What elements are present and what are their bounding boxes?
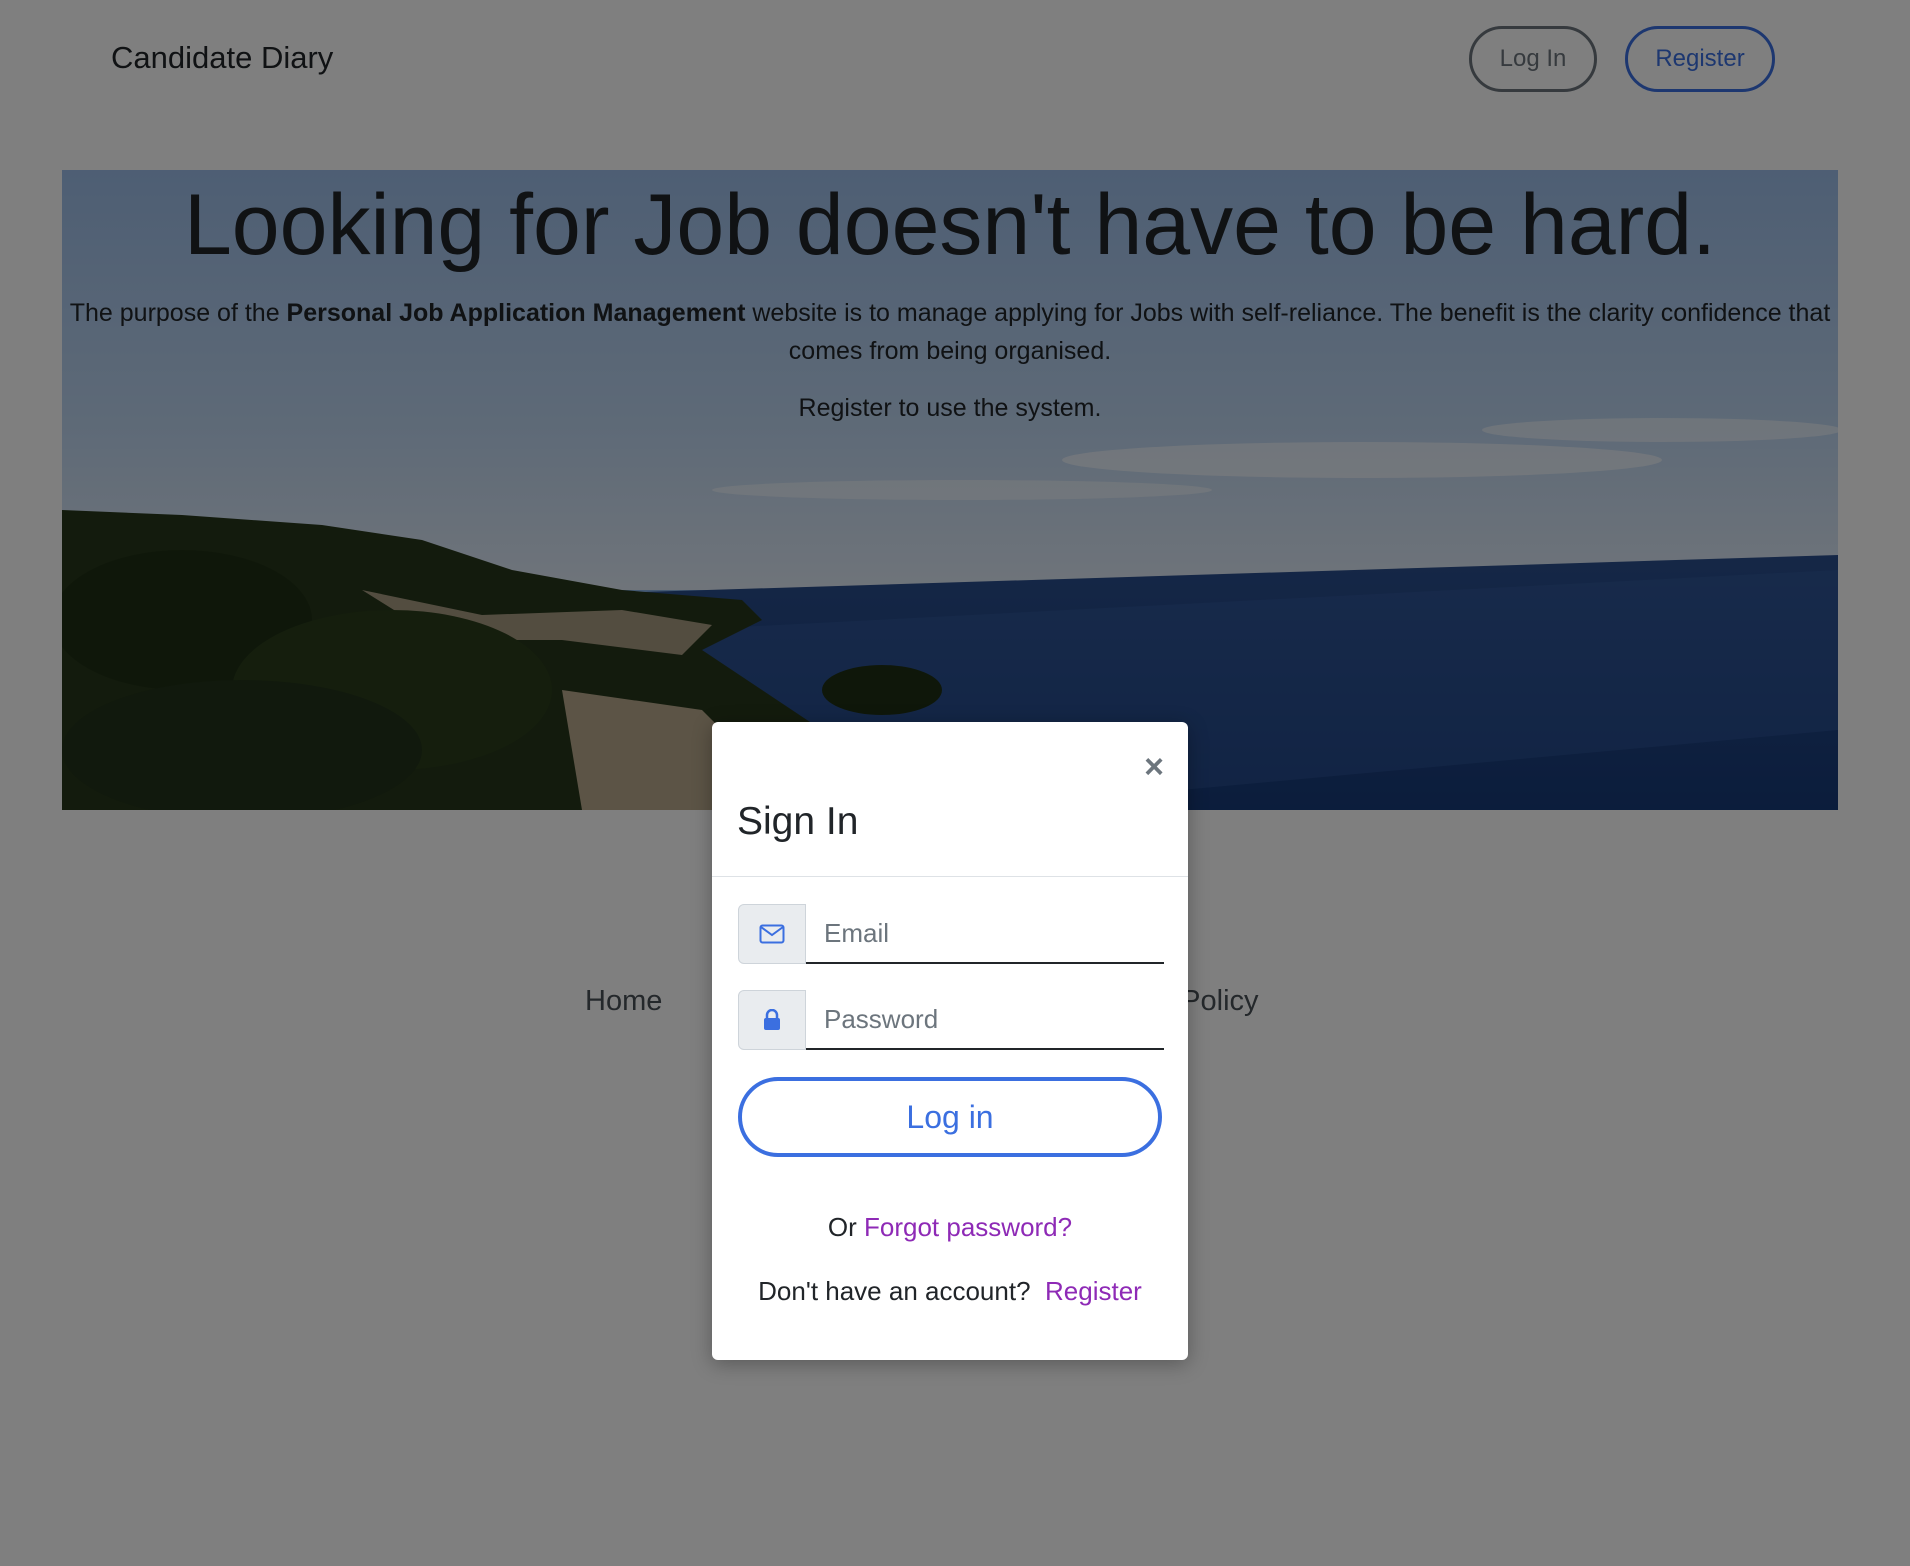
password-field[interactable]: [806, 990, 1164, 1050]
modal-divider: [712, 876, 1188, 877]
close-icon[interactable]: ×: [1144, 750, 1164, 784]
sign-in-modal: × Sign In Log in Or Forgot password? Don…: [712, 722, 1188, 1360]
register-prefix: Don't have an account?: [758, 1276, 1031, 1306]
lock-icon: [738, 990, 806, 1050]
modal-title: Sign In: [737, 800, 859, 843]
email-input-group: [738, 904, 1164, 964]
forgot-password-line: Or Forgot password?: [712, 1212, 1188, 1243]
envelope-icon: [738, 904, 806, 964]
modal-register-link[interactable]: Register: [1045, 1276, 1142, 1306]
password-input-group: [738, 990, 1164, 1050]
forgot-prefix: Or: [827, 1212, 864, 1242]
login-submit-button[interactable]: Log in: [738, 1077, 1162, 1157]
register-line: Don't have an account? Register: [712, 1276, 1188, 1307]
forgot-password-link[interactable]: Forgot password?: [864, 1212, 1072, 1242]
email-field[interactable]: [806, 904, 1164, 964]
